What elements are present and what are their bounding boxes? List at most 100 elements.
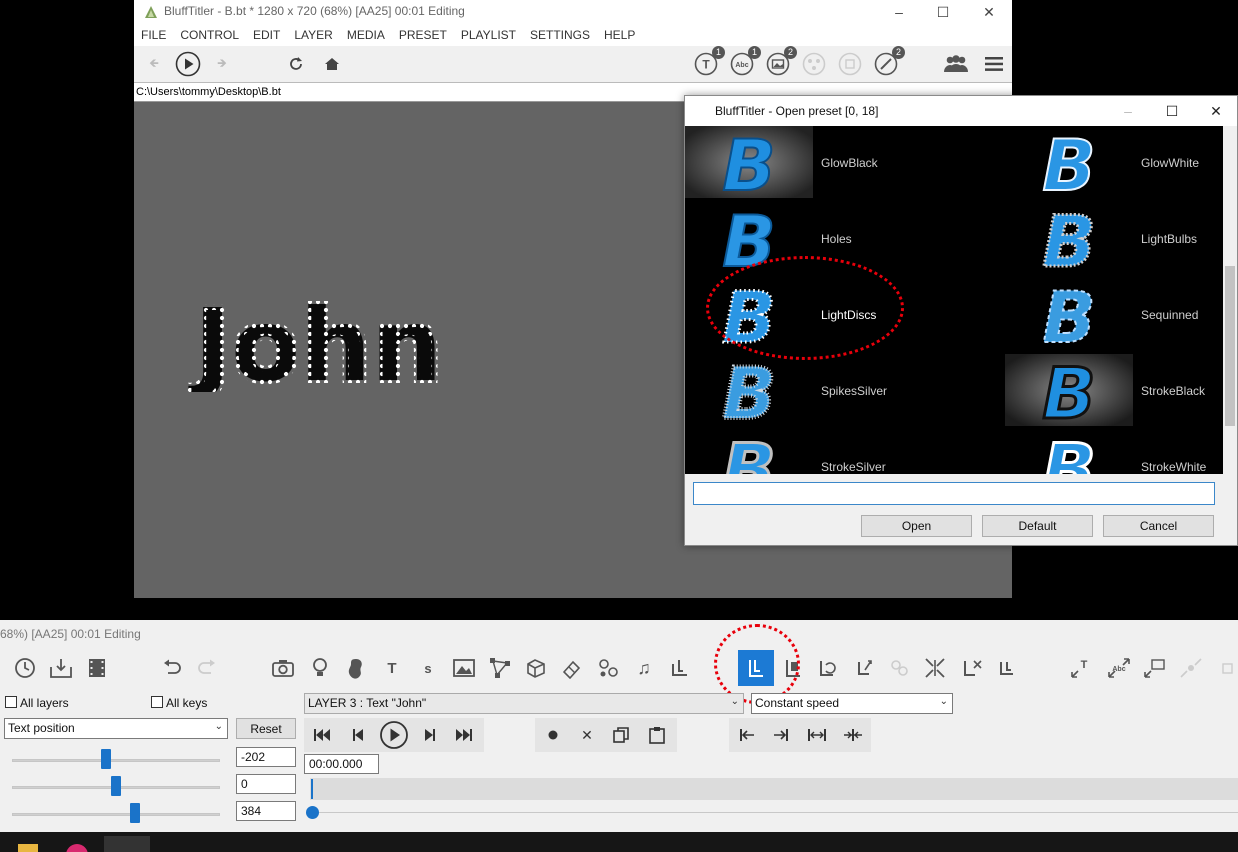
layer-anchor-icon[interactable] xyxy=(665,653,695,683)
skip-to-start-icon[interactable] xyxy=(308,721,336,749)
hamburger-menu-icon[interactable] xyxy=(980,50,1008,78)
play-button[interactable] xyxy=(174,50,202,78)
import-icon[interactable] xyxy=(46,653,76,683)
menu-playlist[interactable]: PLAYLIST xyxy=(461,28,516,42)
menu-edit[interactable]: EDIT xyxy=(253,28,280,42)
dialog-close-button[interactable]: ✕ xyxy=(1193,99,1238,123)
picture-icon[interactable] xyxy=(449,653,479,683)
previous-key-icon[interactable] xyxy=(344,721,372,749)
blob-icon[interactable] xyxy=(341,653,371,683)
timeline-scrubber-handle[interactable] xyxy=(306,806,319,819)
default-button[interactable]: Default xyxy=(982,515,1093,537)
network-icon[interactable] xyxy=(800,50,828,78)
layer-align-icon[interactable] xyxy=(992,653,1022,683)
all-keys-checkbox[interactable] xyxy=(151,696,163,708)
undo-icon[interactable] xyxy=(157,653,187,683)
reset-button[interactable]: Reset xyxy=(236,718,296,739)
set-start-icon[interactable] xyxy=(733,721,761,749)
set-end-icon[interactable] xyxy=(767,721,795,749)
menu-control[interactable]: CONTROL xyxy=(180,28,239,42)
active-app-button[interactable] xyxy=(104,836,150,852)
script-icon[interactable]: s xyxy=(413,653,443,683)
menu-help[interactable]: HELP xyxy=(604,28,635,42)
image-layer-icon[interactable]: 2 xyxy=(764,46,797,78)
scrollbar-thumb[interactable] xyxy=(1225,266,1235,426)
preset-item-spikessilver[interactable]: B SpikesSilver xyxy=(685,354,1005,430)
back-arrow-icon[interactable]: 🡸 xyxy=(140,50,168,78)
image-expand-icon[interactable] xyxy=(1140,653,1170,683)
clock-icon[interactable] xyxy=(10,653,40,683)
y-slider-thumb[interactable] xyxy=(111,776,121,796)
x-value-field[interactable]: -202 xyxy=(236,747,296,767)
preset-item-glowwhite[interactable]: B GlowWhite xyxy=(1005,126,1223,202)
menu-settings[interactable]: SETTINGS xyxy=(530,28,590,42)
skip-to-end-icon[interactable] xyxy=(450,721,478,749)
redo-icon[interactable] xyxy=(192,653,222,683)
app-icon[interactable] xyxy=(66,844,88,852)
cancel-button[interactable]: Cancel xyxy=(1103,515,1214,537)
shrink-range-icon[interactable] xyxy=(839,721,867,749)
close-button[interactable]: ✕ xyxy=(966,0,1012,24)
disabled-tool-icon[interactable] xyxy=(884,653,914,683)
eraser-icon[interactable] xyxy=(557,653,587,683)
abc-expand-icon[interactable]: Abc xyxy=(1104,653,1134,683)
preset-item-strokeblack[interactable]: B StrokeBlack xyxy=(1005,354,1223,430)
preset-item-glowblack[interactable]: B GlowBlack xyxy=(685,126,1005,202)
film-icon[interactable] xyxy=(82,653,112,683)
time-field[interactable]: 00:00.000 xyxy=(304,754,379,774)
abc-layer-icon[interactable]: Abc 1 xyxy=(728,46,761,78)
menu-file[interactable]: FILE xyxy=(141,28,166,42)
light-bulb-icon[interactable] xyxy=(305,653,335,683)
timeline-track[interactable] xyxy=(310,778,1238,800)
dialog-maximize-button[interactable]: ☐ xyxy=(1149,99,1195,123)
minimize-button[interactable]: – xyxy=(876,0,922,24)
cube-tool-icon[interactable] xyxy=(521,653,551,683)
paste-key-icon[interactable] xyxy=(643,721,671,749)
preset-item-strokesilver[interactable]: B StrokeSilver xyxy=(685,430,1005,474)
forward-arrow-icon[interactable]: 🡺 xyxy=(208,50,236,78)
layer-rotation-icon[interactable] xyxy=(812,653,842,683)
refresh-icon[interactable] xyxy=(282,50,310,78)
preset-search-input[interactable] xyxy=(693,482,1215,505)
text-tool-icon[interactable]: T xyxy=(377,653,407,683)
camera-icon[interactable] xyxy=(268,653,298,683)
menu-preset[interactable]: PRESET xyxy=(399,28,447,42)
collapse-icon[interactable] xyxy=(920,653,950,683)
folder-icon[interactable] xyxy=(18,844,38,852)
z-slider-track[interactable] xyxy=(12,813,220,816)
x-slider-track[interactable] xyxy=(12,759,220,762)
all-layers-checkbox[interactable] xyxy=(5,696,17,708)
open-button[interactable]: Open xyxy=(861,515,972,537)
network-expand-icon[interactable] xyxy=(1176,653,1206,683)
particles-icon[interactable] xyxy=(593,653,623,683)
z-slider-thumb[interactable] xyxy=(130,803,140,823)
preset-scrollbar[interactable] xyxy=(1223,126,1237,474)
copy-key-icon[interactable] xyxy=(607,721,635,749)
text-layer-icon[interactable]: T 1 xyxy=(692,46,725,78)
z-value-field[interactable]: 384 xyxy=(236,801,296,821)
layer-direction-icon[interactable] xyxy=(850,653,880,683)
layer-remove-icon[interactable] xyxy=(958,653,988,683)
delete-key-icon[interactable]: ✕ xyxy=(573,721,601,749)
preset-item-lightbulbs[interactable]: B LightBulbs xyxy=(1005,202,1223,278)
record-key-icon[interactable] xyxy=(539,721,567,749)
music-icon[interactable]: ♫ xyxy=(629,653,659,683)
nodes-icon[interactable] xyxy=(485,653,515,683)
preset-item-strokewhite[interactable]: B StrokeWhite xyxy=(1005,430,1223,474)
timeline-scrub-line[interactable] xyxy=(312,812,1238,813)
menu-layer[interactable]: LAYER xyxy=(294,28,332,42)
layer-select[interactable]: LAYER 3 : Text "John" ⌄ xyxy=(304,693,744,714)
property-select[interactable]: Text position ⌄ xyxy=(4,718,228,739)
cube-icon[interactable] xyxy=(836,50,864,78)
menu-media[interactable]: MEDIA xyxy=(347,28,385,42)
home-icon[interactable] xyxy=(318,50,346,78)
y-value-field[interactable]: 0 xyxy=(236,774,296,794)
timeline-play-button[interactable] xyxy=(378,721,410,749)
speed-select[interactable]: Constant speed ⌄ xyxy=(751,693,953,714)
preset-item-sequinned[interactable]: B Sequinned xyxy=(1005,278,1223,354)
cube-expand-icon[interactable] xyxy=(1212,653,1238,683)
maximize-button[interactable]: ☐ xyxy=(920,0,966,24)
text-expand-icon[interactable]: T xyxy=(1066,653,1096,683)
x-slider-thumb[interactable] xyxy=(101,749,111,769)
users-icon[interactable] xyxy=(942,50,970,78)
